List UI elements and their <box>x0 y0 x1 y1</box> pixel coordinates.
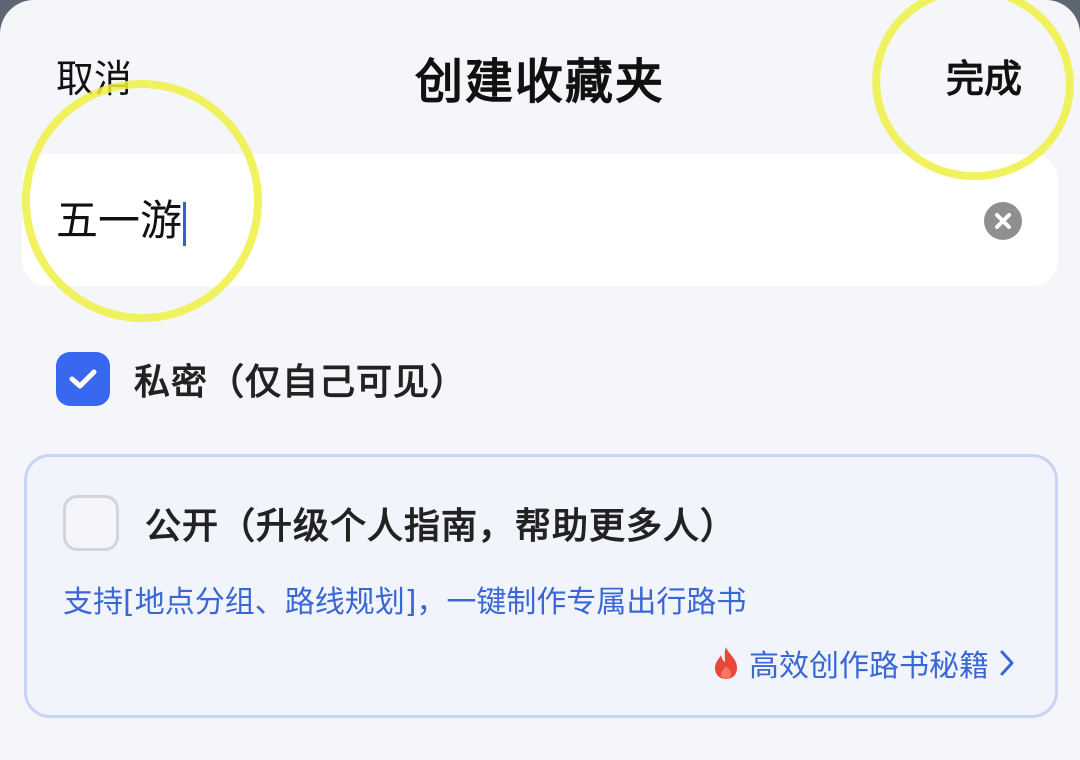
text-caret <box>183 201 187 246</box>
public-promo-text: 支持[地点分组、路线规划]，一键制作专属出行路书 <box>63 585 747 620</box>
public-checkbox[interactable] <box>63 495 119 551</box>
public-label: 公开（升级个人指南，帮助更多人） <box>145 506 738 547</box>
folder-name-input[interactable]: 五一游 <box>22 154 1058 286</box>
private-checkbox[interactable] <box>56 352 110 406</box>
chevron-right-icon <box>1000 650 1014 676</box>
private-option[interactable]: 私密（仅自己可见） <box>56 352 467 406</box>
create-favorites-sheet: 取消 创建收藏夹 完成 五一游 私密（仅自己可见） 公开（升级个人指南，帮助更多… <box>0 0 1080 760</box>
page-title: 创建收藏夹 <box>414 54 665 110</box>
cancel-button[interactable]: 取消 <box>56 48 132 103</box>
checkmark-icon <box>69 369 97 389</box>
route-book-tips-link[interactable]: 高效创作路书秘籍 <box>713 641 1015 685</box>
private-label: 私密（仅自己可见） <box>134 362 468 403</box>
public-option[interactable]: 公开（升级个人指南，帮助更多人） <box>63 495 737 551</box>
flame-icon <box>715 647 737 679</box>
public-option-card: 公开（升级个人指南，帮助更多人） 支持[地点分组、路线规划]，一键制作专属出行路… <box>24 454 1058 718</box>
done-button[interactable]: 完成 <box>946 48 1022 103</box>
folder-name-value: 五一游 <box>56 196 183 245</box>
clear-icon[interactable] <box>984 202 1022 240</box>
tips-link-label: 高效创作路书秘籍 <box>749 649 989 684</box>
